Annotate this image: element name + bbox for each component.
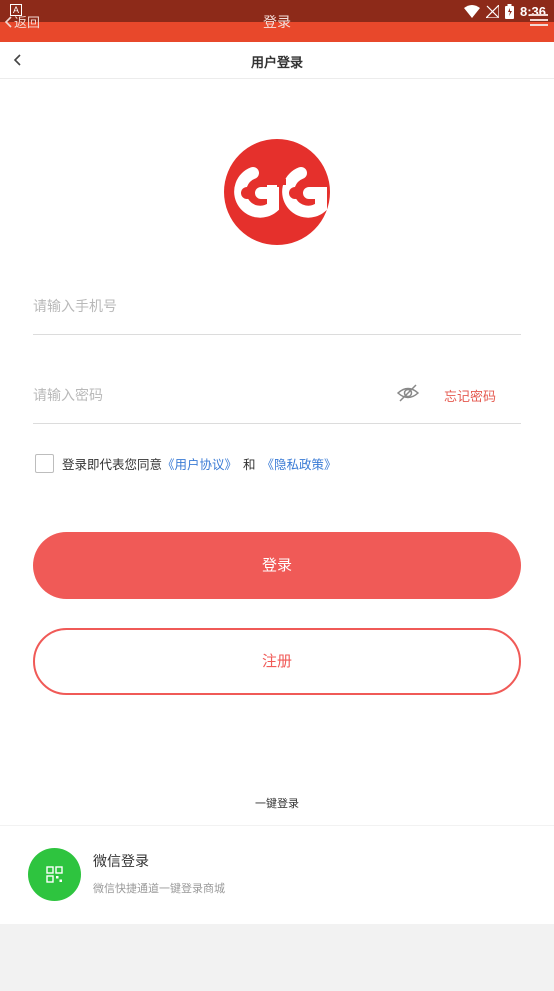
password-field	[33, 368, 423, 424]
eye-off-icon[interactable]	[396, 381, 420, 405]
phone-field	[33, 279, 521, 335]
wechat-login-subtitle: 微信快捷通道一键登录商城	[93, 882, 225, 895]
register-button[interactable]: 注册	[33, 628, 521, 695]
legacy-header: 返回 登录	[0, 14, 554, 42]
forgot-password-label: 忘记密码	[444, 390, 497, 405]
quick-login-heading: 一键登录	[255, 797, 299, 810]
agreement-row: 登录即代表您同意 《用户协议》 和 《隐私政策》	[35, 453, 337, 473]
login-button[interactable]: 登录	[33, 532, 521, 599]
logo-icon	[224, 139, 330, 245]
login-form-area: 忘记密码 登录即代表您同意 《用户协议》 和 《隐私政策》 登录 注册 一键登录	[0, 79, 554, 825]
wechat-icon	[28, 848, 81, 901]
wechat-login-item[interactable]: 微信登录 微信快捷通道一键登录商城	[0, 826, 554, 924]
agreement-and: 和	[243, 456, 256, 472]
agreement-text: 登录即代表您同意	[62, 456, 163, 472]
legacy-title: 登录	[263, 15, 291, 31]
user-agreement-link[interactable]: 《用户协议》	[162, 454, 237, 473]
password-input[interactable]	[33, 368, 423, 423]
forgot-password-button[interactable]: 忘记密码	[423, 368, 521, 424]
agreement-checkbox[interactable]	[35, 453, 54, 473]
wechat-login-title: 微信登录	[93, 854, 149, 870]
privacy-policy-link[interactable]: 《隐私政策》	[262, 454, 337, 473]
menu-icon[interactable]	[530, 14, 548, 29]
nav-bar: 用户登录	[0, 42, 554, 79]
phone-input[interactable]	[33, 279, 521, 334]
page-title: 用户登录	[250, 56, 303, 71]
